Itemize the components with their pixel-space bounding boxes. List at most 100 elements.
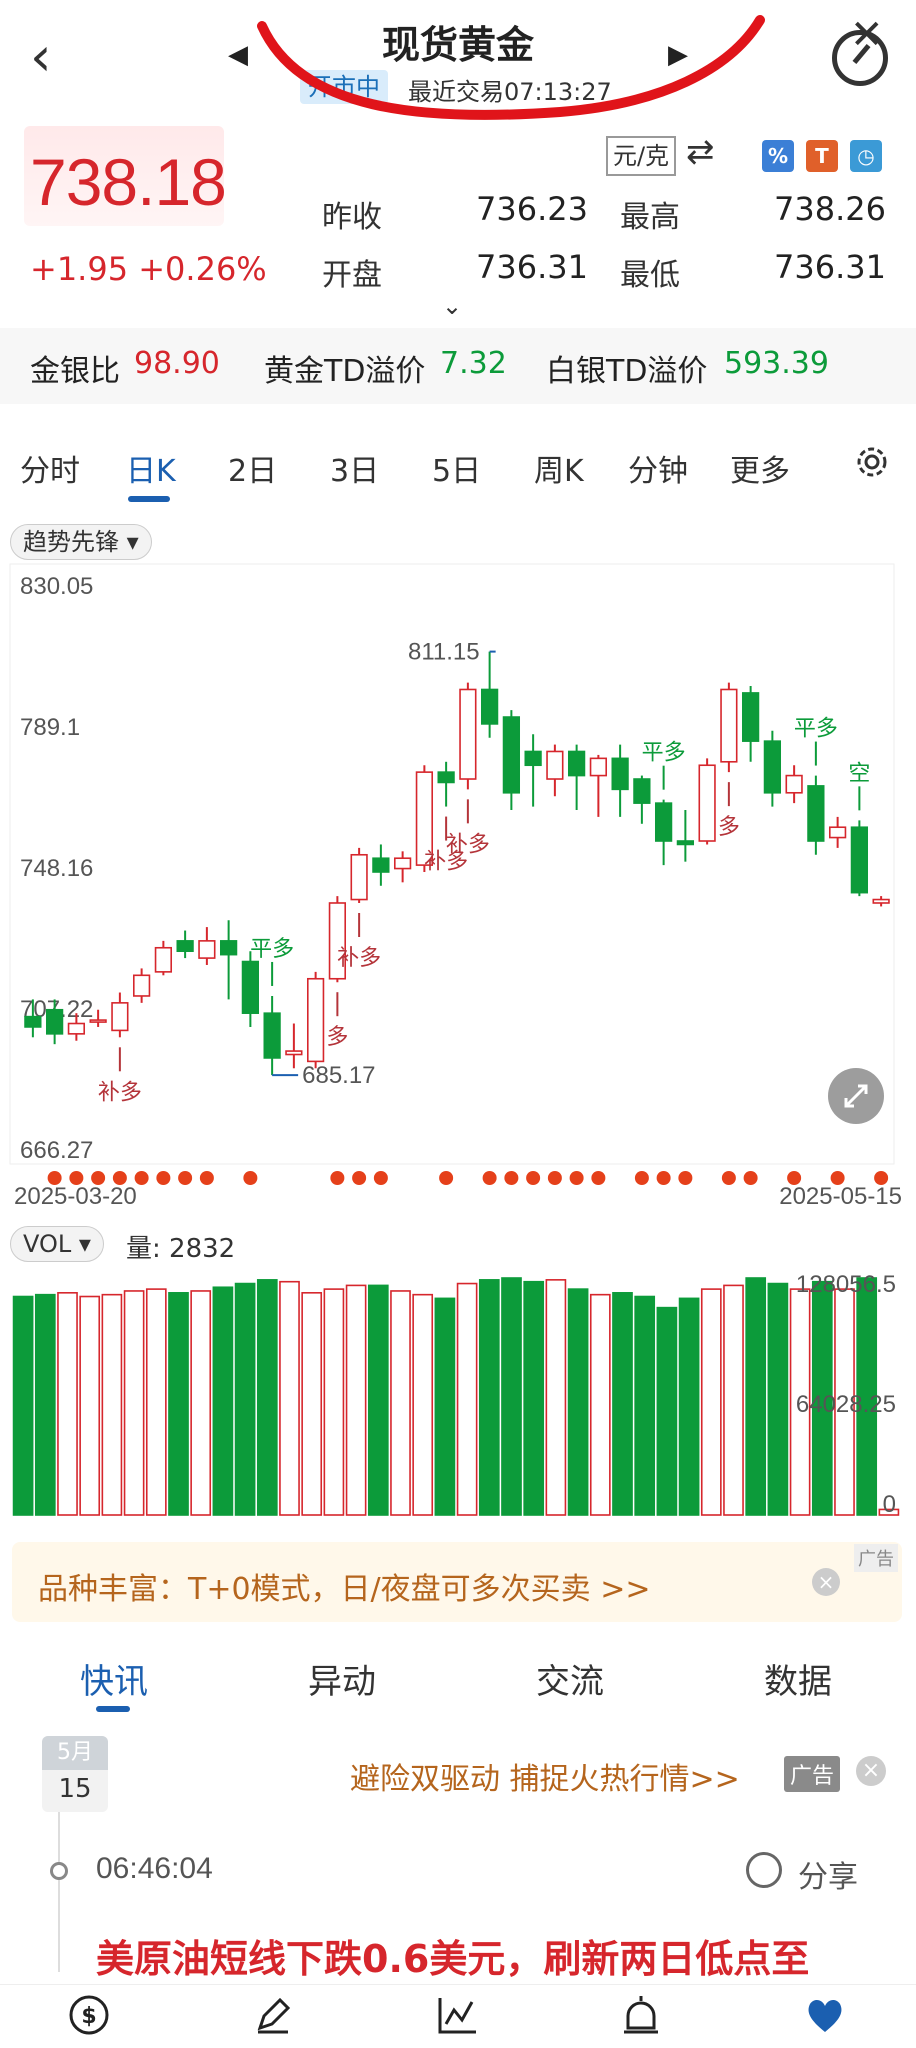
x-start-date: 2025-03-20 [14, 1183, 137, 1210]
candle-body [198, 940, 216, 959]
volume-bar [434, 1297, 456, 1516]
clock-icon[interactable]: ◷ [850, 140, 882, 172]
t-icon[interactable]: T [806, 140, 838, 172]
tab-3day[interactable]: 3日 [330, 446, 379, 490]
page-title: 现货黄金 [381, 23, 534, 67]
volume-bar [190, 1290, 212, 1516]
signal-dot [569, 1171, 584, 1185]
back-button[interactable]: ‹ [30, 22, 80, 92]
volume-bar [34, 1293, 56, 1516]
stat-label-prev-close: 昨收 [322, 200, 382, 235]
promo-text[interactable]: 避险双驱动 捕捉火热行情>> [350, 1754, 740, 1798]
tab-weekly-k[interactable]: 周K [534, 446, 584, 490]
candle-body [132, 974, 151, 997]
promo-tag: 广告 [784, 1756, 841, 1792]
tab-more[interactable]: 更多 [730, 446, 790, 490]
signal-dot [439, 1171, 454, 1185]
signal-dot [656, 1171, 671, 1185]
candle-body [45, 1008, 64, 1035]
news-tab-flash[interactable]: 快讯 [80, 1654, 148, 1703]
candle-body [741, 692, 760, 742]
y-tick-label: 666.27 [20, 1137, 93, 1164]
dollar-icon[interactable]: $ [66, 1992, 112, 2038]
alarm-icon[interactable] [618, 1992, 664, 2038]
volume-bar [234, 1282, 256, 1516]
candle-body [480, 688, 499, 725]
volume-bar [367, 1284, 389, 1516]
signal-dot [504, 1171, 519, 1185]
tab-2day[interactable]: 2日 [228, 446, 277, 490]
news-headline[interactable]: 美原油短线下跌0.6美元，刷新两日低点至 [96, 1928, 809, 1983]
volume-label: VOL [23, 1230, 72, 1258]
signal-dot [526, 1171, 541, 1185]
news-tab-movement[interactable]: 异动 [308, 1654, 376, 1703]
indicator-select[interactable]: 趋势先锋 ▾ [10, 524, 152, 560]
unit-toggle-button[interactable]: 元/克 [606, 136, 676, 176]
share-icon[interactable] [746, 1852, 782, 1888]
stat-value-high: 738.26 [774, 190, 886, 228]
volume-indicator-select[interactable]: VOL ▾ [10, 1226, 104, 1262]
ratio-value-silver-td: 593.39 [724, 346, 829, 381]
tab-daily-k[interactable]: 日K [126, 446, 176, 490]
volume-tick-label: 0 [883, 1491, 896, 1518]
min-price-label: 685.17 [302, 1062, 375, 1089]
close-icon[interactable]: ✕ [850, 12, 884, 58]
stat-value-low: 736.31 [774, 248, 886, 286]
tab-minute[interactable]: 分钟 [628, 446, 688, 490]
percent-icon[interactable]: % [762, 140, 794, 172]
signal-label: 多 [326, 1025, 348, 1050]
candle-body [720, 688, 738, 763]
tab-intraday[interactable]: 分时 [20, 446, 80, 490]
price-change: +1.95 +0.26% [30, 250, 267, 288]
volume-bar [412, 1293, 434, 1516]
signal-label: 平多 [642, 741, 686, 766]
share-button[interactable]: 分享 [798, 1852, 858, 1896]
candle-body [393, 857, 412, 870]
chevron-down-icon[interactable]: ⌄ [442, 292, 462, 320]
heart-icon[interactable] [802, 1992, 848, 2038]
last-trade-time: 最近交易07:13:27 [408, 78, 612, 106]
y-tick-label: 789.1 [20, 714, 80, 741]
signal-label: 多 [718, 815, 740, 840]
ratio-label-gold-td: 黄金TD溢价 [264, 354, 426, 389]
stat-label-low: 最低 [620, 258, 680, 293]
news-tab-data[interactable]: 数据 [764, 1654, 832, 1703]
candle-body [611, 757, 629, 791]
chart-icon[interactable] [434, 1992, 480, 2038]
swap-icon[interactable]: ⇄ [686, 132, 715, 172]
volume-bar [145, 1288, 167, 1516]
volume-bar [723, 1284, 744, 1516]
timeline-line [58, 1812, 60, 1972]
ad-text[interactable]: 品种丰富：T+0模式，日/夜盘可多次买卖 >> [38, 1564, 650, 1608]
gear-icon[interactable] [852, 442, 892, 482]
volume-bar [656, 1306, 678, 1516]
signal-label: 补多 [446, 832, 490, 857]
candle-body [263, 1012, 281, 1059]
candle-body [67, 1022, 86, 1035]
candle-body [306, 977, 325, 1063]
kline-chart: 830.05789.1748.16707.22666.27811.15685.1… [9, 563, 902, 1210]
candle-body [459, 688, 477, 780]
volume-bar [256, 1279, 278, 1516]
indicator-label: 趋势先锋 [23, 528, 119, 556]
tab-5day[interactable]: 5日 [432, 446, 481, 490]
volume-bar [101, 1293, 123, 1516]
pen-icon[interactable] [250, 1992, 296, 2038]
next-instrument-arrow[interactable]: ▶ [668, 40, 688, 70]
signal-label: 空 [848, 761, 870, 786]
volume-bar [123, 1290, 145, 1516]
svg-text:$: $ [81, 2004, 96, 2029]
signal-dot [243, 1171, 258, 1185]
ad-tag: 广告 [854, 1544, 898, 1572]
volume-bar [612, 1292, 633, 1516]
signal-dot [330, 1171, 345, 1185]
promo-close-icon[interactable]: × [856, 1756, 886, 1786]
signal-dot [721, 1171, 736, 1185]
max-price-label: 811.15 [408, 639, 480, 666]
ad-close-icon[interactable]: × [812, 1568, 840, 1596]
prev-instrument-arrow[interactable]: ◀ [228, 40, 248, 70]
volume-tick-label: 64028.25 [796, 1391, 896, 1418]
signal-dot [634, 1171, 649, 1185]
y-tick-label: 748.16 [20, 855, 93, 882]
news-tab-community[interactable]: 交流 [536, 1654, 604, 1703]
